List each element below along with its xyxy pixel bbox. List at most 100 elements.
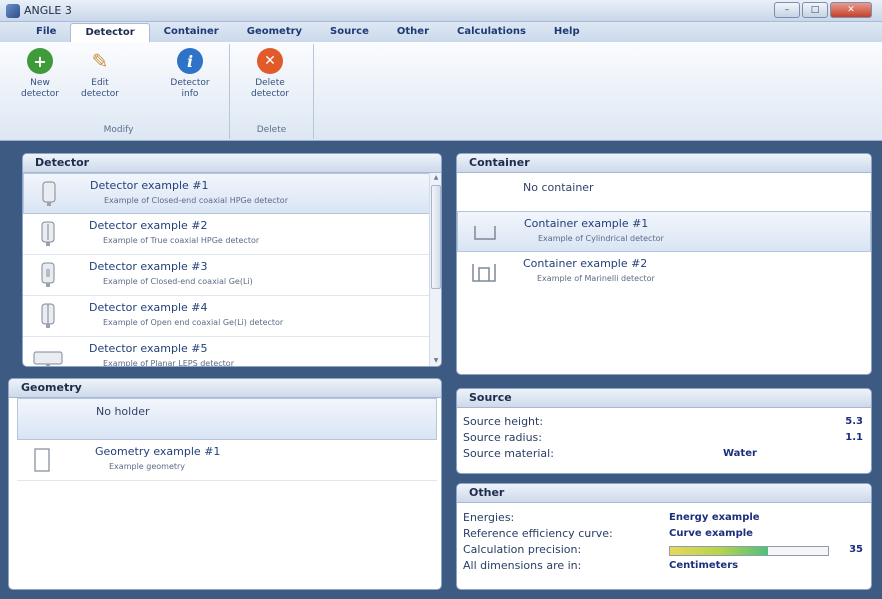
pencil-icon: ✎ bbox=[91, 48, 109, 73]
source-panel-title: Source bbox=[457, 389, 871, 408]
detector-icon bbox=[37, 261, 59, 289]
scroll-down-icon[interactable]: ▼ bbox=[430, 356, 441, 366]
detector-item-2[interactable]: Detector example #2 Example of True coax… bbox=[23, 214, 441, 255]
detector-info-label-2: info bbox=[181, 89, 199, 99]
ribbon: + New detector ✎ Edit detector i Detecto… bbox=[0, 42, 882, 141]
cylindrical-container-icon bbox=[472, 218, 498, 246]
tab-file[interactable]: File bbox=[22, 23, 70, 42]
tab-geometry[interactable]: Geometry bbox=[233, 23, 316, 42]
container-panel: Container No container Container example… bbox=[456, 153, 872, 375]
dimensions-label: All dimensions are in: bbox=[463, 559, 582, 572]
geometry-icon bbox=[31, 446, 53, 474]
no-holder-item[interactable]: No holder bbox=[17, 398, 437, 440]
planar-detector-icon bbox=[33, 343, 63, 366]
detector-info-label-1: Detector bbox=[170, 78, 210, 88]
geometry-item-1[interactable]: Geometry example #1 Example geometry bbox=[17, 440, 437, 481]
ribbon-group-delete-label: Delete bbox=[256, 125, 287, 135]
other-panel-title: Other bbox=[457, 484, 871, 503]
precision-progress-fill bbox=[670, 547, 768, 555]
new-detector-label-2: detector bbox=[21, 89, 59, 99]
tab-other[interactable]: Other bbox=[383, 23, 443, 42]
minimize-button[interactable]: – bbox=[774, 2, 800, 18]
dimensions-value[interactable]: Centimeters bbox=[669, 560, 738, 571]
detector-item-title: Detector example #4 bbox=[89, 301, 208, 314]
container-item-1[interactable]: Container example #1 Example of Cylindri… bbox=[457, 211, 871, 252]
precision-progress-bar[interactable] bbox=[669, 546, 829, 556]
close-button[interactable]: ✕ bbox=[830, 2, 872, 18]
delete-detector-label-2: detector bbox=[251, 89, 289, 99]
detector-item-subtitle: Example of Open end coaxial Ge(Li) detec… bbox=[103, 318, 284, 327]
detector-item-title: Detector example #3 bbox=[89, 260, 208, 273]
container-item-subtitle: Example of Cylindrical detector bbox=[538, 234, 664, 243]
plus-icon: + bbox=[27, 48, 53, 74]
source-panel: Source Source height: 5.3 Source radius:… bbox=[456, 388, 872, 474]
detector-icon bbox=[37, 220, 59, 248]
delete-icon: ✕ bbox=[257, 48, 283, 74]
source-height-value: 5.3 bbox=[845, 416, 863, 427]
delete-detector-button[interactable]: ✕ Delete detector bbox=[242, 48, 298, 100]
detector-item-subtitle: Example of Closed-end coaxial HPGe detec… bbox=[104, 196, 288, 205]
detector-list-scrollbar[interactable]: ▲ ▼ bbox=[429, 173, 441, 366]
maximize-button[interactable]: □ bbox=[802, 2, 828, 18]
detector-item-title: Detector example #1 bbox=[90, 179, 209, 192]
info-icon: i bbox=[177, 48, 203, 74]
detector-info-button[interactable]: i Detector info bbox=[162, 48, 218, 100]
detector-item-title: Detector example #5 bbox=[89, 342, 208, 355]
energies-value[interactable]: Energy example bbox=[669, 512, 760, 523]
geometry-item-subtitle: Example geometry bbox=[109, 462, 186, 471]
container-item-subtitle: Example of Marinelli detector bbox=[537, 274, 655, 283]
title-bar: ANGLE 3 – □ ✕ bbox=[0, 0, 882, 22]
efficiency-curve-value[interactable]: Curve example bbox=[669, 528, 753, 539]
other-panel: Other Energies: Energy example Reference… bbox=[456, 483, 872, 590]
geometry-item-title: Geometry example #1 bbox=[95, 445, 221, 458]
detector-item-subtitle: Example of True coaxial HPGe detector bbox=[103, 236, 260, 245]
ribbon-group-delete: ✕ Delete detector Delete bbox=[230, 44, 314, 139]
container-item-title: Container example #2 bbox=[523, 257, 648, 270]
new-detector-label-1: New bbox=[30, 78, 50, 88]
detector-item-3[interactable]: Detector example #3 Example of Closed-en… bbox=[23, 255, 441, 296]
edit-detector-label-2: detector bbox=[81, 89, 119, 99]
detector-item-5[interactable]: Detector example #5 Example of Planar LE… bbox=[23, 337, 441, 367]
edit-detector-button[interactable]: ✎ Edit detector bbox=[72, 48, 128, 100]
marinelli-container-icon bbox=[471, 258, 497, 286]
tab-container[interactable]: Container bbox=[150, 23, 233, 42]
source-radius-label: Source radius: bbox=[463, 431, 542, 444]
no-container-item[interactable]: No container bbox=[457, 173, 871, 211]
no-container-label: No container bbox=[523, 181, 594, 194]
detector-icon bbox=[38, 180, 60, 208]
ribbon-group-modify: + New detector ✎ Edit detector i Detecto… bbox=[8, 44, 230, 139]
detector-icon bbox=[37, 302, 59, 330]
source-radius-value: 1.1 bbox=[845, 432, 863, 443]
source-height-label: Source height: bbox=[463, 415, 544, 428]
detector-item-4[interactable]: Detector example #4 Example of Open end … bbox=[23, 296, 441, 337]
container-panel-title: Container bbox=[457, 154, 871, 173]
geometry-panel: Geometry No holder Geometry example #1 E… bbox=[8, 378, 442, 590]
source-material-label: Source material: bbox=[463, 447, 554, 460]
menu-bar: File Detector Container Geometry Source … bbox=[0, 22, 882, 42]
ribbon-group-modify-label: Modify bbox=[103, 125, 134, 135]
source-material-value: Water bbox=[723, 448, 757, 459]
energies-label: Energies: bbox=[463, 511, 515, 524]
detector-panel-title: Detector bbox=[23, 154, 441, 173]
precision-label: Calculation precision: bbox=[463, 543, 582, 556]
window-title: ANGLE 3 bbox=[24, 4, 72, 17]
scroll-up-icon[interactable]: ▲ bbox=[430, 173, 441, 183]
container-item-2[interactable]: Container example #2 Example of Marinell… bbox=[457, 252, 871, 293]
container-item-title: Container example #1 bbox=[524, 217, 649, 230]
geometry-panel-title: Geometry bbox=[9, 379, 441, 398]
new-detector-button[interactable]: + New detector bbox=[12, 48, 68, 100]
tab-help[interactable]: Help bbox=[540, 23, 594, 42]
scroll-thumb[interactable] bbox=[431, 185, 441, 289]
detector-item-title: Detector example #2 bbox=[89, 219, 208, 232]
no-holder-label: No holder bbox=[96, 405, 150, 418]
efficiency-curve-label: Reference efficiency curve: bbox=[463, 527, 613, 540]
precision-value: 35 bbox=[849, 544, 863, 555]
tab-calculations[interactable]: Calculations bbox=[443, 23, 540, 42]
delete-detector-label-1: Delete bbox=[255, 78, 285, 88]
detector-item-subtitle: Example of Planar LEPS detector bbox=[103, 359, 234, 367]
app-logo-icon bbox=[6, 3, 20, 18]
detector-item-1[interactable]: Detector example #1 Example of Closed-en… bbox=[23, 173, 441, 214]
tab-detector[interactable]: Detector bbox=[70, 23, 150, 42]
detector-item-subtitle: Example of Closed-end coaxial Ge(Li) bbox=[103, 277, 253, 286]
tab-source[interactable]: Source bbox=[316, 23, 383, 42]
